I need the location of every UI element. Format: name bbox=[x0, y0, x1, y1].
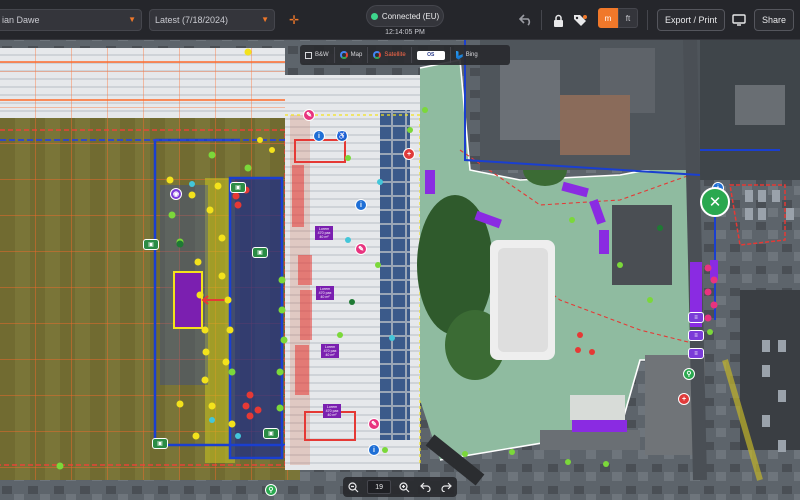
top-toolbar: ian Dawe ▼ Latest (7/18/2024) ▼ ✛ Connec… bbox=[0, 0, 800, 40]
barrier-badge-icon[interactable]: ≡ bbox=[688, 330, 704, 341]
layer-map[interactable]: Map bbox=[335, 47, 369, 63]
pin-marker-icon[interactable]: ✎ bbox=[368, 418, 380, 430]
toilet-badge-icon[interactable]: ▣ bbox=[230, 182, 246, 193]
layer-label: B&W bbox=[315, 52, 329, 58]
redo-icon[interactable] bbox=[440, 480, 454, 494]
undo-icon[interactable] bbox=[517, 11, 535, 29]
venue-label[interactable]: Lorem 470 pax 40 m² bbox=[315, 226, 333, 240]
map-canvas[interactable]: Lorem 470 pax 40 m² Lorem 470 pax 40 m² Lore… bbox=[0, 40, 800, 500]
unit-toggle: m ft bbox=[598, 8, 638, 28]
chevron-down-icon: ▼ bbox=[128, 15, 136, 24]
crossroads-hub-icon[interactable]: ✕ bbox=[700, 187, 730, 217]
info-marker-icon[interactable]: i bbox=[368, 444, 380, 456]
unit-imperial-button[interactable]: ft bbox=[618, 8, 638, 28]
toilet-badge-icon[interactable]: ▣ bbox=[143, 239, 159, 250]
layer-label: Map bbox=[350, 52, 363, 58]
undo-icon[interactable] bbox=[419, 480, 433, 494]
connection-status-text: Connected (EU) bbox=[381, 11, 440, 21]
layer-label: Satellite bbox=[384, 52, 406, 58]
unit-metric-button[interactable]: m bbox=[598, 8, 618, 28]
pin-marker-icon[interactable]: ✎ bbox=[303, 109, 315, 121]
first-aid-marker-icon[interactable]: + bbox=[678, 393, 690, 405]
version-select-value: Latest (7/18/2024) bbox=[155, 15, 229, 25]
share-button[interactable]: Share bbox=[754, 9, 794, 31]
connection-status: Connected (EU) bbox=[366, 5, 444, 27]
user-select[interactable]: ian Dawe ▼ bbox=[0, 9, 142, 31]
camera-marker-icon[interactable]: ◉ bbox=[170, 188, 182, 200]
layer-satellite[interactable]: Satellite bbox=[368, 47, 412, 63]
user-select-value: ian Dawe bbox=[2, 15, 40, 25]
toilet-marker-icon[interactable]: ⚲ bbox=[265, 484, 277, 496]
barrier-badge-icon[interactable]: ≡ bbox=[688, 312, 704, 323]
venue-label[interactable]: Lorem 470 pax 40 m² bbox=[321, 344, 339, 358]
info-marker-icon[interactable]: i bbox=[355, 199, 367, 211]
divider bbox=[647, 10, 648, 30]
satellite-imagery bbox=[0, 40, 800, 500]
zoom-level-field[interactable]: 19 bbox=[367, 480, 392, 494]
tags-icon[interactable] bbox=[571, 11, 589, 29]
venue-label[interactable]: Lorem 470 pax 40 m² bbox=[316, 286, 334, 300]
layer-bing[interactable]: Bing bbox=[451, 47, 483, 63]
zoom-out-icon[interactable] bbox=[346, 480, 360, 494]
google-icon bbox=[339, 51, 348, 59]
layer-bw[interactable]: B&W bbox=[300, 47, 335, 63]
toilet-badge-icon[interactable]: ▣ bbox=[263, 428, 279, 439]
monitor-icon[interactable] bbox=[730, 11, 748, 29]
zoom-in-icon[interactable] bbox=[398, 480, 412, 494]
first-aid-marker-icon[interactable]: + bbox=[403, 148, 415, 160]
layer-label: Bing bbox=[465, 52, 478, 58]
barrier-badge-icon[interactable]: ≡ bbox=[688, 348, 704, 359]
google-icon bbox=[373, 51, 382, 59]
venue-label[interactable]: Lorem 470 pax 40 m² bbox=[323, 404, 341, 418]
toilet-marker-icon[interactable]: ⚲ bbox=[683, 368, 695, 380]
clock-readout: 12:14:05 PM bbox=[385, 29, 425, 36]
chevron-down-icon: ▼ bbox=[261, 15, 269, 24]
map-layer-switcher: B&W Map Satellite OS Bing bbox=[300, 45, 510, 65]
zoom-controls: 19 bbox=[343, 477, 457, 497]
status-dot-icon bbox=[370, 12, 378, 20]
add-icon[interactable]: ✛ bbox=[286, 12, 302, 28]
os-brand-icon: OS bbox=[416, 50, 445, 60]
lock-icon[interactable] bbox=[550, 11, 566, 29]
divider bbox=[541, 10, 542, 30]
bing-icon bbox=[455, 50, 463, 60]
toilet-badge-icon[interactable]: ▣ bbox=[252, 247, 268, 258]
export-print-button[interactable]: Export / Print bbox=[657, 9, 725, 31]
square-icon bbox=[305, 51, 312, 59]
toilet-badge-icon[interactable]: ▣ bbox=[152, 438, 168, 449]
version-select[interactable]: Latest (7/18/2024) ▼ bbox=[149, 9, 275, 31]
layer-os[interactable]: OS bbox=[412, 47, 451, 63]
info-marker-icon[interactable]: i bbox=[313, 130, 325, 142]
pin-marker-icon[interactable]: ✎ bbox=[355, 243, 367, 255]
access-marker-icon[interactable]: ♿ bbox=[336, 130, 348, 142]
